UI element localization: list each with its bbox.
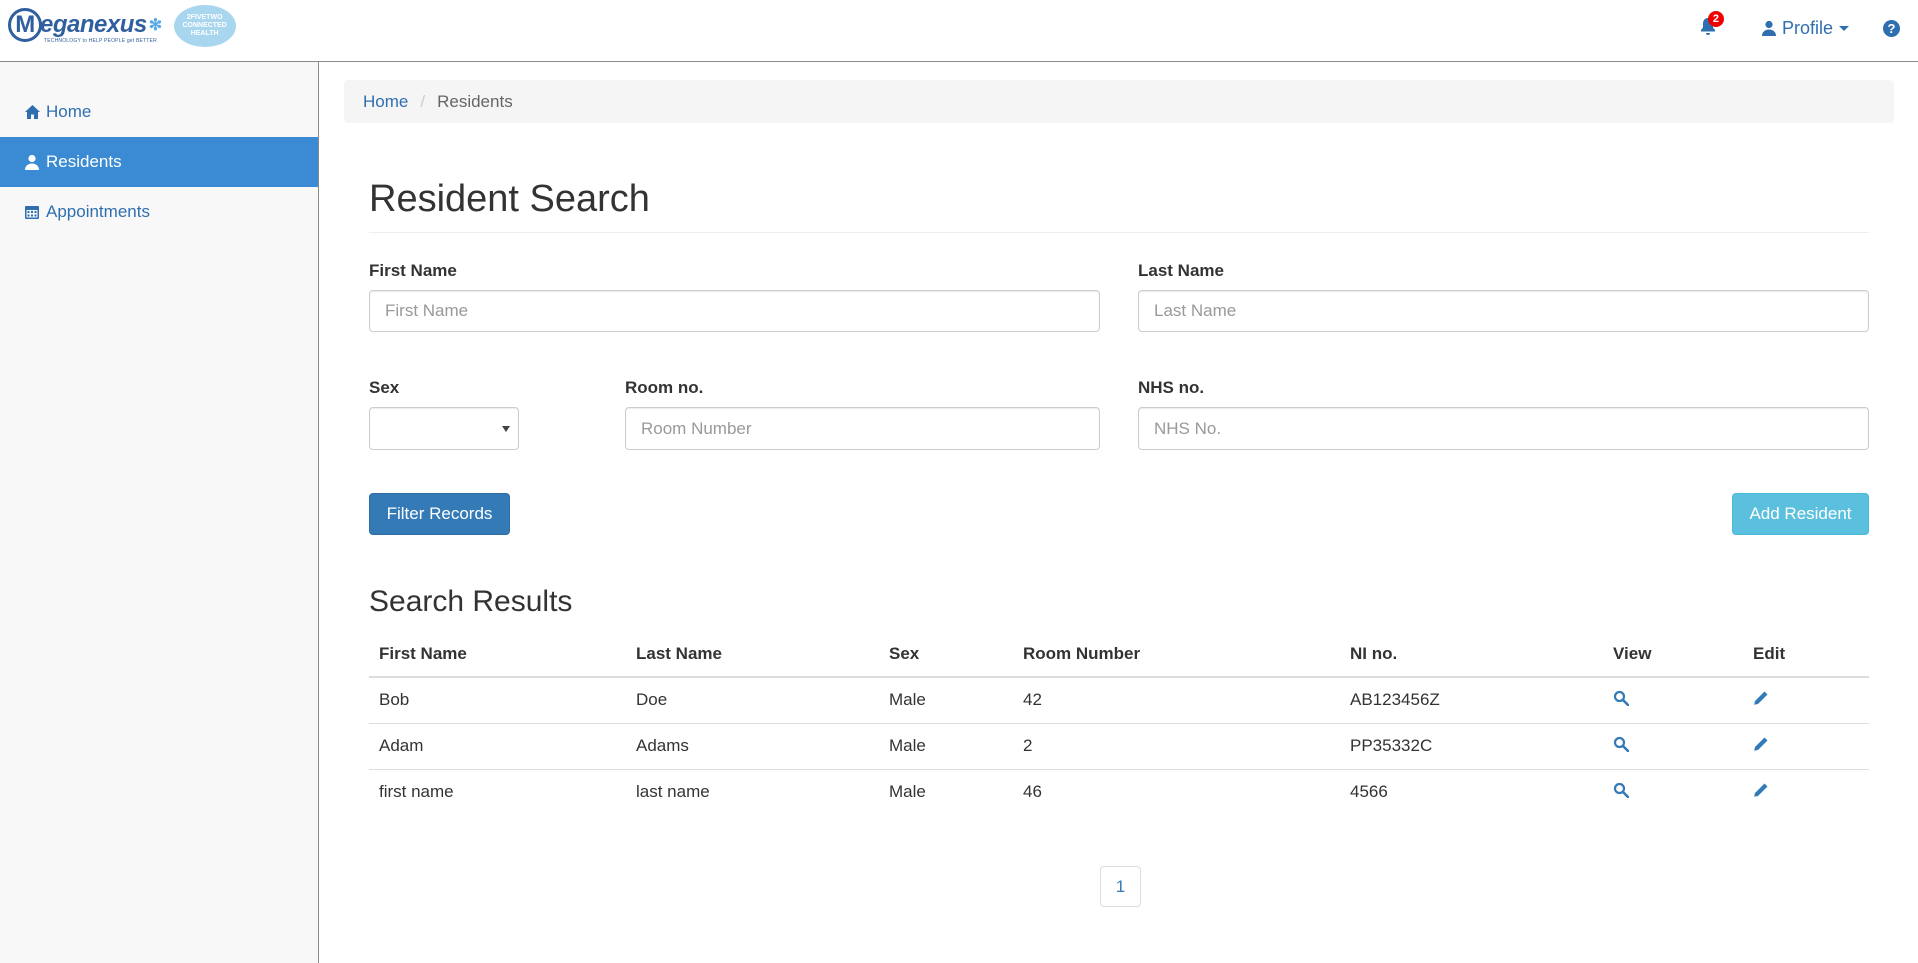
cell-first-name: first name — [369, 768, 626, 815]
breadcrumb-current: Residents — [437, 91, 513, 111]
sex-select[interactable] — [369, 407, 519, 450]
sidebar-item-label: Home — [46, 102, 92, 121]
breadcrumb-separator: / — [420, 91, 426, 111]
breadcrumb-home-link[interactable]: Home — [363, 92, 408, 112]
sidebar-item-residents[interactable]: Residents — [0, 137, 318, 187]
sidebar-item-label: Residents — [46, 152, 122, 171]
column-header: NI no. — [1340, 632, 1603, 678]
search-results-title: Search Results — [369, 585, 573, 618]
table-row: Bob Doe Male 42 AB123456Z — [369, 677, 1869, 723]
user-icon — [24, 154, 44, 170]
pagination-page-1[interactable]: 1 — [1100, 866, 1141, 907]
cell-last-name: Adams — [626, 722, 879, 769]
column-header: First Name — [369, 632, 626, 678]
view-search-icon[interactable] — [1613, 690, 1630, 711]
table-row: first name last name Male 46 4566 — [369, 768, 1869, 815]
notification-count-badge: 2 — [1707, 11, 1724, 27]
table-header-row: First Name Last Name Sex Room Number NI … — [369, 632, 1869, 678]
add-resident-button[interactable]: Add Resident — [1732, 493, 1869, 535]
sex-label: Sex — [369, 378, 400, 397]
sidebar-item-label: Appointments — [46, 202, 150, 221]
first-name-input[interactable] — [369, 290, 1100, 332]
page-title: Resident Search — [369, 178, 650, 220]
cell-room: 2 — [1013, 722, 1340, 769]
snowflake-icon: ✻ — [148, 17, 162, 34]
cell-last-name: Doe — [636, 690, 668, 710]
profile-label: Profile — [1781, 17, 1833, 38]
sidebar-item-appointments[interactable]: Appointments — [0, 187, 318, 237]
sidebar-item-home[interactable]: Home — [0, 87, 318, 137]
results-table: First Name Last Name Sex Room Number NI … — [369, 632, 1869, 815]
partner-line-2: CONNECTED — [182, 22, 227, 29]
cell-sex: Male — [879, 722, 1013, 769]
edit-pencil-icon[interactable] — [1753, 782, 1769, 803]
filter-records-button[interactable]: Filter Records — [369, 493, 510, 535]
room-label: Room no. — [625, 378, 704, 397]
user-icon — [1761, 20, 1776, 36]
meganexus-logo: M eganexus ✻ TECHNOLOGY to HELP PEOPLE g… — [8, 8, 162, 44]
cell-room: 42 — [1023, 690, 1042, 710]
first-name-label: First Name — [369, 261, 457, 280]
sidebar: Home Residents Appointments — [0, 62, 319, 963]
nhs-label: NHS no. — [1138, 378, 1205, 397]
partner-logo: 2FIVETWO CONNECTED HEALTH — [173, 5, 236, 47]
cell-first-name: Bob — [379, 690, 410, 710]
profile-dropdown[interactable]: Profile — [1761, 18, 1849, 39]
logo-initial: M — [8, 8, 42, 42]
last-name-label: Last Name — [1138, 261, 1224, 280]
column-header: Room Number — [1013, 632, 1340, 678]
table-row: Adam Adams Male 2 PP35332C — [369, 722, 1869, 769]
notifications-bell-icon[interactable]: 2 — [1699, 11, 1724, 39]
logo-tagline: TECHNOLOGY to HELP PEOPLE get BETTER — [44, 38, 157, 44]
view-search-icon[interactable] — [1613, 782, 1630, 803]
home-icon — [24, 104, 44, 120]
cell-room: 46 — [1013, 768, 1340, 815]
cell-ni: AB123456Z — [1350, 690, 1440, 710]
cell-first-name: Adam — [369, 722, 626, 769]
view-search-icon[interactable] — [1613, 736, 1630, 757]
brand-logo[interactable]: M eganexus ✻ TECHNOLOGY to HELP PEOPLE g… — [8, 5, 236, 47]
cell-sex: Male — [879, 768, 1013, 815]
cell-ni: PP35332C — [1340, 722, 1603, 769]
top-navbar: M eganexus ✻ TECHNOLOGY to HELP PEOPLE g… — [0, 0, 1918, 62]
nhs-number-input[interactable] — [1138, 407, 1869, 450]
help-icon[interactable]: ? — [1883, 19, 1900, 37]
column-header: Last Name — [626, 632, 879, 678]
cell-sex: Male — [889, 690, 926, 710]
room-number-input[interactable] — [625, 407, 1100, 450]
column-header: View — [1603, 632, 1743, 678]
logo-name: eganexus — [40, 11, 147, 38]
edit-pencil-icon[interactable] — [1753, 690, 1769, 711]
partner-line-1: 2FIVETWO — [186, 14, 223, 21]
calendar-icon — [24, 204, 44, 220]
cell-ni: 4566 — [1340, 768, 1603, 815]
cell-last-name: last name — [626, 768, 879, 815]
last-name-input[interactable] — [1138, 290, 1869, 332]
column-header: Sex — [879, 632, 1013, 678]
select-arrow-icon — [502, 426, 510, 432]
column-header: Edit — [1743, 632, 1869, 678]
title-divider — [369, 232, 1869, 233]
breadcrumb: Home / Residents — [344, 80, 1894, 123]
caret-down-icon — [1839, 25, 1849, 31]
partner-line-3: HEALTH — [190, 30, 219, 37]
edit-pencil-icon[interactable] — [1753, 736, 1769, 757]
